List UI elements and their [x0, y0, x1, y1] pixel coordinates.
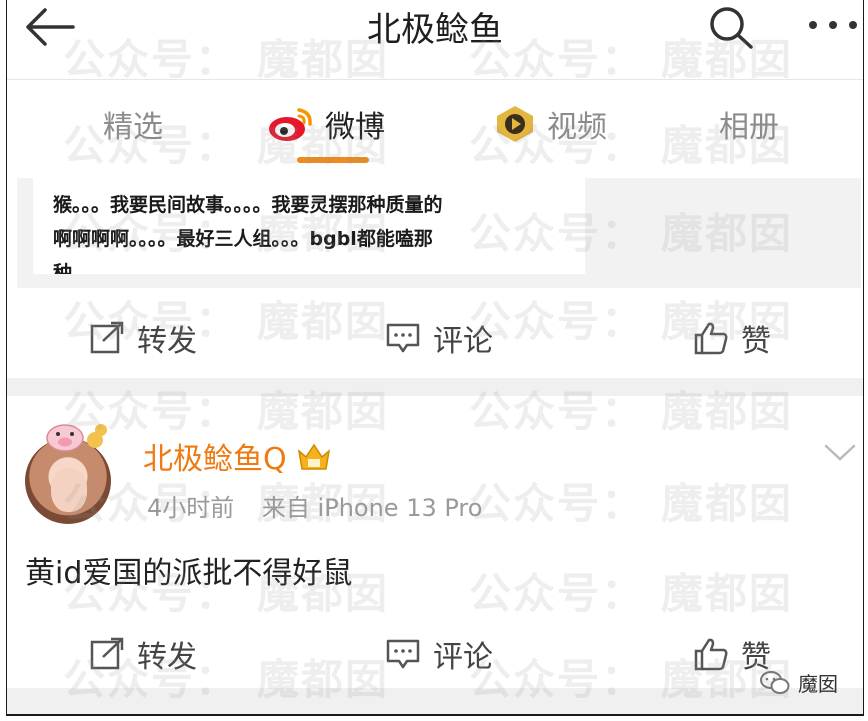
post-separator — [7, 378, 863, 396]
like-button[interactable]: 赞 — [693, 316, 771, 360]
comment-button[interactable]: 评论 — [385, 316, 493, 360]
comment-label: 评论 — [433, 324, 493, 359]
like-label: 赞 — [741, 324, 771, 359]
weibo-post: 北极鲶鱼Q 4小时前 来自 iPhone 13 Pro 黄id爱国的派批不得好鼠… — [7, 396, 863, 714]
post-time: 4小时前 — [147, 494, 235, 522]
comment-label: 评论 — [433, 640, 493, 675]
tab-featured[interactable]: 精选 — [103, 102, 163, 146]
quoted-post-box[interactable]: 猴。。。我要民间故事。。。。我要灵摆那种质量的 啊啊啊啊。。。。最好三人组。。。… — [17, 178, 861, 288]
app-frame: 北极鲶鱼 精选 微博 视频 相册 猴。。。我要民间故事。。。。我要灵摆那种质量的… — [6, 0, 864, 716]
badge-label: 魔囡 — [798, 672, 838, 696]
tab-album[interactable]: 相册 — [719, 102, 779, 146]
quote-line: 种 — [53, 262, 73, 274]
comment-icon — [386, 639, 420, 669]
repost-button[interactable]: 转发 — [89, 316, 197, 360]
top-bar: 北极鲶鱼 — [7, 0, 863, 80]
username[interactable]: 北极鲶鱼Q — [143, 434, 333, 478]
post-meta: 4小时前 来自 iPhone 13 Pro — [147, 488, 482, 523]
video-play-icon — [497, 106, 533, 142]
chevron-down-icon[interactable] — [823, 442, 857, 464]
comment-button[interactable]: 评论 — [385, 632, 493, 676]
tab-video-label: 视频 — [547, 110, 607, 145]
repost-label: 转发 — [137, 324, 197, 359]
account-badge: 魔囡 — [760, 668, 838, 697]
quoted-post-content: 猴。。。我要民间故事。。。。我要灵摆那种质量的 啊啊啊啊。。。。最好三人组。。。… — [33, 178, 585, 274]
post-action-bar: 转发 评论 赞 — [7, 622, 863, 682]
tab-featured-label: 精选 — [103, 110, 163, 145]
tab-weibo-label: 微博 — [325, 110, 385, 145]
comment-icon — [386, 323, 420, 353]
avatar[interactable] — [25, 418, 121, 524]
post-footer-band — [7, 688, 863, 714]
profile-tabs: 精选 微博 视频 相册 — [7, 84, 863, 172]
repost-label: 转发 — [137, 640, 197, 675]
search-icon[interactable] — [707, 4, 755, 50]
thumbs-up-icon — [694, 322, 728, 355]
tab-album-label: 相册 — [719, 110, 779, 145]
thumbs-up-icon — [694, 638, 728, 671]
tab-video[interactable]: 视频 — [493, 102, 607, 146]
tab-weibo[interactable]: 微博 — [267, 102, 385, 146]
weibo-logo-icon — [269, 108, 312, 141]
username-text: 北极鲶鱼Q — [143, 442, 287, 477]
pig-avatar-frame-icon — [46, 424, 107, 452]
quote-line: 啊啊啊啊。。。。最好三人组。。。bgbl都能嗑那 — [53, 228, 433, 250]
repost-icon — [90, 321, 124, 354]
wechat-icon — [760, 670, 790, 694]
repost-icon — [90, 637, 124, 670]
post-body-text: 黄id爱国的派批不得好鼠 — [25, 556, 353, 591]
quote-line: 猴。。。我要民间故事。。。。我要灵摆那种质量的 — [53, 194, 443, 216]
post-action-bar: 转发 评论 赞 — [7, 306, 863, 366]
vip-crown-icon — [297, 443, 330, 470]
repost-button[interactable]: 转发 — [89, 632, 197, 676]
post-source: 来自 iPhone 13 Pro — [261, 494, 483, 522]
more-options-icon[interactable] — [805, 10, 861, 40]
weibo-post: 猴。。。我要民间故事。。。。我要灵摆那种质量的 啊啊啊啊。。。。最好三人组。。。… — [7, 172, 863, 382]
active-tab-indicator — [297, 157, 369, 163]
